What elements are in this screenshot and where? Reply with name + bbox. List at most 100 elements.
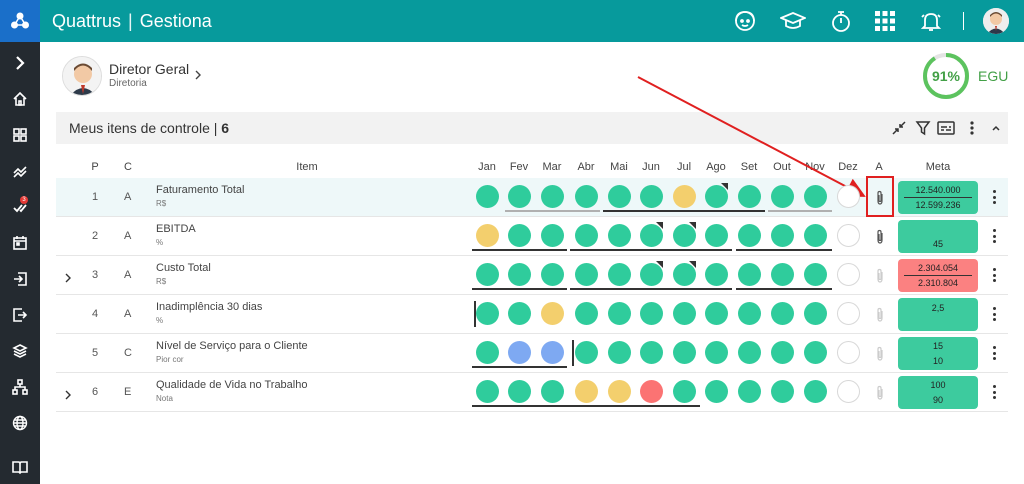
row-item-name[interactable]: Nível de Serviço para o Cliente	[156, 340, 308, 352]
row-item-name[interactable]: Custo Total	[156, 262, 211, 274]
sidebar-item-layers[interactable]	[0, 334, 40, 368]
collapse-arrows-icon[interactable]	[890, 119, 908, 137]
col-header-meta[interactable]: Meta	[918, 161, 958, 173]
status-dot-abr[interactable]	[574, 341, 598, 364]
sidebar-item-login[interactable]	[0, 262, 40, 296]
attachment-button[interactable]	[874, 385, 886, 401]
row-menu-button[interactable]	[990, 305, 998, 323]
attachment-button[interactable]	[874, 307, 886, 323]
sidebar-item-library[interactable]	[0, 450, 40, 484]
attachment-button[interactable]	[874, 229, 886, 245]
status-dot-dez[interactable]	[836, 263, 860, 286]
status-dot-nov[interactable]	[803, 224, 827, 247]
status-dot-jul[interactable]	[672, 380, 696, 403]
status-dot-jun[interactable]	[639, 302, 663, 325]
meta-target-box[interactable]: 2,5	[898, 298, 978, 331]
col-header-month-mai[interactable]: Mai	[604, 161, 634, 173]
sidebar-item-tasks[interactable]: 3	[0, 190, 40, 224]
status-dot-ago[interactable]	[704, 341, 728, 364]
status-dot-ago[interactable]	[704, 263, 728, 286]
col-header-month-jul[interactable]: Jul	[669, 161, 699, 173]
col-header-month-jun[interactable]: Jun	[636, 161, 666, 173]
support-icon[interactable]	[732, 8, 758, 34]
status-dot-mar[interactable]	[540, 185, 564, 208]
status-dot-abr[interactable]	[574, 224, 598, 247]
subtitles-icon[interactable]	[937, 119, 955, 137]
col-header-month-out[interactable]: Out	[767, 161, 797, 173]
status-dot-mar[interactable]	[540, 224, 564, 247]
status-dot-jul[interactable]	[672, 302, 696, 325]
status-dot-nov[interactable]	[803, 341, 827, 364]
status-dot-mar[interactable]	[540, 341, 564, 364]
profile-name[interactable]: Diretor Geral	[109, 61, 189, 77]
status-dot-mai[interactable]	[607, 224, 631, 247]
col-header-month-nov[interactable]: Nov	[800, 161, 830, 173]
status-dot-jun[interactable]	[639, 185, 663, 208]
status-dot-ago[interactable]	[704, 302, 728, 325]
status-dot-set[interactable]	[737, 185, 761, 208]
graduation-cap-icon[interactable]	[780, 8, 806, 34]
attachment-button[interactable]	[874, 268, 886, 284]
status-dot-jan[interactable]	[475, 341, 499, 364]
status-dot-dez[interactable]	[836, 380, 860, 403]
meta-target-box[interactable]: 2.304.054 2.310.804	[898, 259, 978, 292]
status-dot-mai[interactable]	[607, 302, 631, 325]
attachment-button[interactable]	[874, 346, 886, 362]
status-dot-mar[interactable]	[540, 263, 564, 286]
sidebar-item-hierarchy[interactable]	[0, 370, 40, 404]
row-menu-button[interactable]	[990, 227, 998, 245]
status-dot-fev[interactable]	[507, 185, 531, 208]
status-dot-dez[interactable]	[836, 302, 860, 325]
status-dot-fev[interactable]	[507, 224, 531, 247]
col-header-month-set[interactable]: Set	[734, 161, 764, 173]
status-dot-mai[interactable]	[607, 185, 631, 208]
status-dot-mai[interactable]	[607, 341, 631, 364]
status-dot-fev[interactable]	[507, 302, 531, 325]
status-dot-jun[interactable]	[639, 380, 663, 403]
status-dot-mar[interactable]	[540, 302, 564, 325]
col-header-month-abr[interactable]: Abr	[571, 161, 601, 173]
status-dot-abr[interactable]	[574, 302, 598, 325]
sidebar-item-logout[interactable]	[0, 298, 40, 332]
row-menu-button[interactable]	[990, 344, 998, 362]
status-dot-dez[interactable]	[836, 341, 860, 364]
status-dot-set[interactable]	[737, 302, 761, 325]
status-dot-ago[interactable]	[704, 380, 728, 403]
row-menu-button[interactable]	[990, 266, 998, 284]
status-dot-fev[interactable]	[507, 380, 531, 403]
col-header-p[interactable]: P	[88, 161, 102, 173]
meta-target-box[interactable]: 100 90	[898, 376, 978, 409]
status-dot-jul[interactable]	[672, 185, 696, 208]
user-avatar[interactable]	[983, 8, 1009, 34]
status-dot-nov[interactable]	[803, 302, 827, 325]
col-header-a[interactable]: A	[872, 161, 886, 173]
row-item-name[interactable]: Inadimplência 30 dias	[156, 301, 262, 313]
row-item-name[interactable]: Faturamento Total	[156, 184, 244, 196]
status-dot-out[interactable]	[770, 341, 794, 364]
status-dot-abr[interactable]	[574, 185, 598, 208]
col-header-month-jan[interactable]: Jan	[472, 161, 502, 173]
status-dot-out[interactable]	[770, 380, 794, 403]
sidebar-item-home[interactable]	[0, 82, 40, 116]
status-dot-nov[interactable]	[803, 263, 827, 286]
chevron-right-icon[interactable]	[192, 69, 204, 81]
status-dot-out[interactable]	[770, 263, 794, 286]
app-logo[interactable]	[0, 0, 40, 42]
sidebar-item-trends[interactable]	[0, 154, 40, 188]
status-dot-jan[interactable]	[475, 185, 499, 208]
status-dot-out[interactable]	[770, 302, 794, 325]
sidebar-item-calendar[interactable]	[0, 226, 40, 260]
meta-target-box[interactable]: 45	[898, 220, 978, 253]
col-header-item[interactable]: Item	[280, 161, 334, 173]
chevron-up-icon[interactable]	[987, 119, 1005, 137]
status-dot-jan[interactable]	[475, 263, 499, 286]
attachment-button[interactable]	[874, 190, 886, 206]
status-dot-set[interactable]	[737, 263, 761, 286]
col-header-month-ago[interactable]: Ago	[701, 161, 731, 173]
status-dot-mai[interactable]	[607, 263, 631, 286]
status-dot-jan[interactable]	[475, 380, 499, 403]
row-menu-button[interactable]	[990, 188, 998, 206]
bell-icon[interactable]	[918, 8, 944, 34]
status-dot-jan[interactable]	[475, 302, 499, 325]
col-header-c[interactable]: C	[121, 161, 135, 173]
